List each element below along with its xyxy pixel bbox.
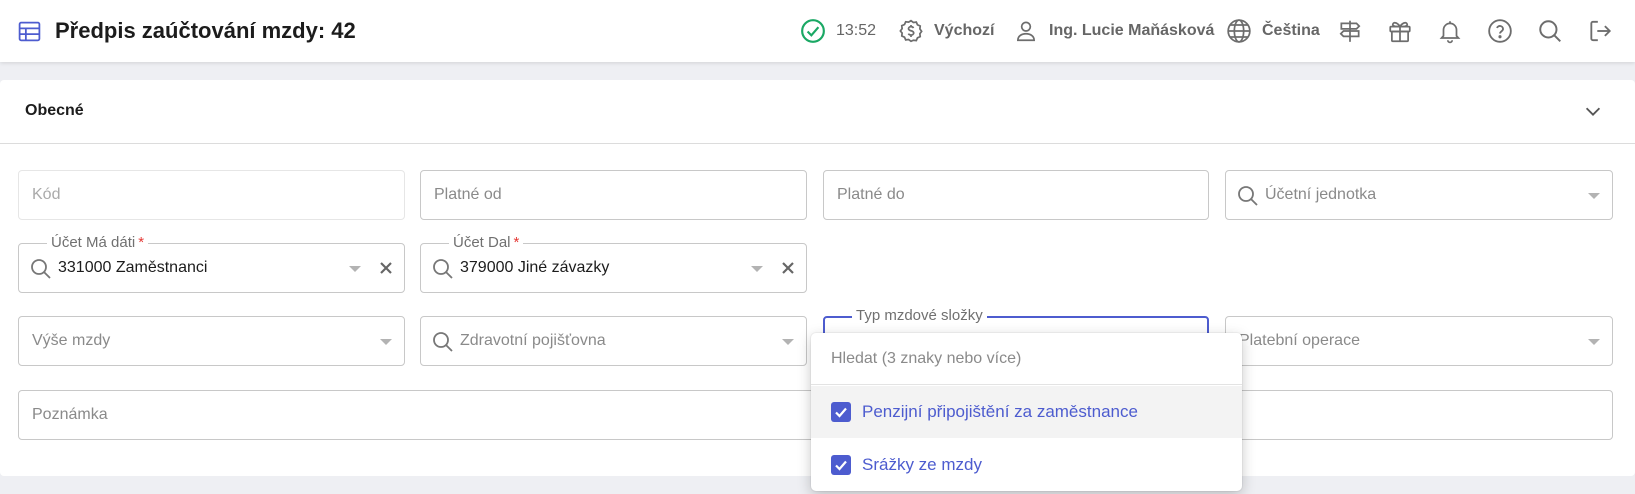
ucet-ma-dati-value: 331000 Zaměstnanci — [58, 259, 208, 276]
session-time: 13:52 — [836, 22, 877, 39]
page-title: Předpis zaúčtování mzdy: 42 — [55, 18, 356, 43]
close-icon[interactable] — [778, 258, 798, 278]
signpost-button[interactable] — [1337, 16, 1363, 46]
checkbox-checked[interactable] — [831, 455, 851, 475]
check-icon — [835, 460, 847, 471]
signpost-icon — [1339, 20, 1361, 42]
search-icon — [433, 332, 453, 352]
currency-profile-button[interactable]: Výchozí — [898, 16, 994, 46]
search-icon — [433, 259, 453, 279]
gift-button[interactable] — [1387, 16, 1413, 46]
check-icon — [835, 407, 847, 418]
search-icon — [1539, 20, 1561, 42]
typ-mzdove-slozky-label: Typ mzdové složky — [852, 307, 987, 325]
dropdown-option-label: Srážky ze mzdy — [862, 455, 982, 474]
platne-od-placeholder: Platné od — [434, 186, 502, 203]
zdravotni-pojistovna-placeholder: Zdravotní pojišťovna — [460, 332, 606, 349]
platne-do-input[interactable]: Platné do — [823, 170, 1209, 220]
user-name: Ing. Lucie Maňásková — [1049, 22, 1215, 39]
globe-icon — [1227, 19, 1251, 43]
logout-icon — [1590, 20, 1612, 42]
dropdown-option[interactable]: Srážky ze mzdy — [811, 439, 1242, 491]
dropdown-search-placeholder: Hledat (3 znaky nebo více) — [831, 350, 1022, 367]
ucetni-jednotka-select[interactable]: Účetní jednotka — [1225, 170, 1613, 220]
logout-button[interactable] — [1587, 16, 1613, 46]
close-icon[interactable] — [376, 258, 396, 278]
table-icon — [18, 21, 41, 42]
vyse-mzdy-placeholder: Výše mzdy — [32, 332, 111, 349]
poznamka-placeholder: Poznámka — [32, 406, 108, 423]
currency-profile-label: Výchozí — [934, 22, 995, 39]
platne-do-placeholder: Platné do — [837, 186, 905, 203]
section-header[interactable]: Obecné — [0, 80, 1635, 144]
bell-icon — [1439, 21, 1461, 44]
check-circle-icon — [801, 19, 825, 43]
help-icon — [1488, 19, 1512, 43]
ucet-dal-value: 379000 Jiné závazky — [460, 259, 610, 276]
kod-input[interactable]: Kód — [18, 170, 405, 220]
dropdown-arrow-icon[interactable] — [1588, 339, 1600, 345]
gift-icon — [1389, 21, 1411, 43]
chevron-down-icon[interactable] — [1582, 100, 1604, 122]
help-button[interactable] — [1487, 16, 1513, 46]
currency-gear-icon — [899, 19, 923, 43]
ucet-ma-dati-select[interactable]: Účet Má dáti * 331000 Zaměstnanci — [18, 234, 405, 293]
dropdown-arrow-icon[interactable] — [349, 266, 361, 272]
ucet-dal-select[interactable]: Účet Dal * 379000 Jiné závazky — [420, 234, 807, 293]
platne-od-input[interactable]: Platné od — [420, 170, 807, 220]
dropdown-arrow-icon[interactable] — [1588, 193, 1600, 199]
clock-status: 13:52 — [800, 16, 876, 46]
language-label: Čeština — [1262, 22, 1320, 39]
dropdown-arrow-icon[interactable] — [380, 339, 392, 345]
platebni-operace-select[interactable]: Platební operace — [1225, 316, 1613, 366]
ucet-ma-dati-label: Účet Má dáti * — [47, 234, 149, 252]
typ-mzdove-slozky-dropdown: Hledat (3 znaky nebo více) Penzijní přip… — [811, 333, 1242, 491]
dropdown-option[interactable]: Penzijní připojištění za zaměstnance — [811, 386, 1242, 438]
dropdown-arrow-icon[interactable] — [782, 339, 794, 345]
kod-placeholder: Kód — [32, 186, 61, 203]
search-icon — [31, 259, 51, 279]
section-title: Obecné — [25, 102, 84, 119]
notifications-button[interactable] — [1437, 16, 1463, 46]
user-button[interactable]: Ing. Lucie Maňásková — [1013, 16, 1214, 46]
dropdown-arrow-icon[interactable] — [751, 266, 763, 272]
user-icon — [1017, 21, 1035, 42]
platebni-operace-placeholder: Platební operace — [1239, 332, 1360, 349]
top-bar: Předpis zaúčtování mzdy: 42 13:52 Výchoz… — [0, 0, 1635, 62]
search-button[interactable] — [1537, 16, 1563, 46]
checkbox-checked[interactable] — [831, 402, 851, 422]
language-button[interactable]: Čeština — [1226, 16, 1320, 46]
search-icon — [1238, 186, 1258, 206]
ucet-dal-label: Účet Dal * — [449, 234, 524, 252]
dropdown-option-label: Penzijní připojištění za zaměstnance — [862, 402, 1138, 421]
zdravotni-pojistovna-select[interactable]: Zdravotní pojišťovna — [420, 316, 807, 366]
vyse-mzdy-select[interactable]: Výše mzdy — [18, 316, 405, 366]
dropdown-search-input[interactable]: Hledat (3 znaky nebo více) — [811, 333, 1242, 385]
ucetni-jednotka-placeholder: Účetní jednotka — [1265, 186, 1377, 203]
